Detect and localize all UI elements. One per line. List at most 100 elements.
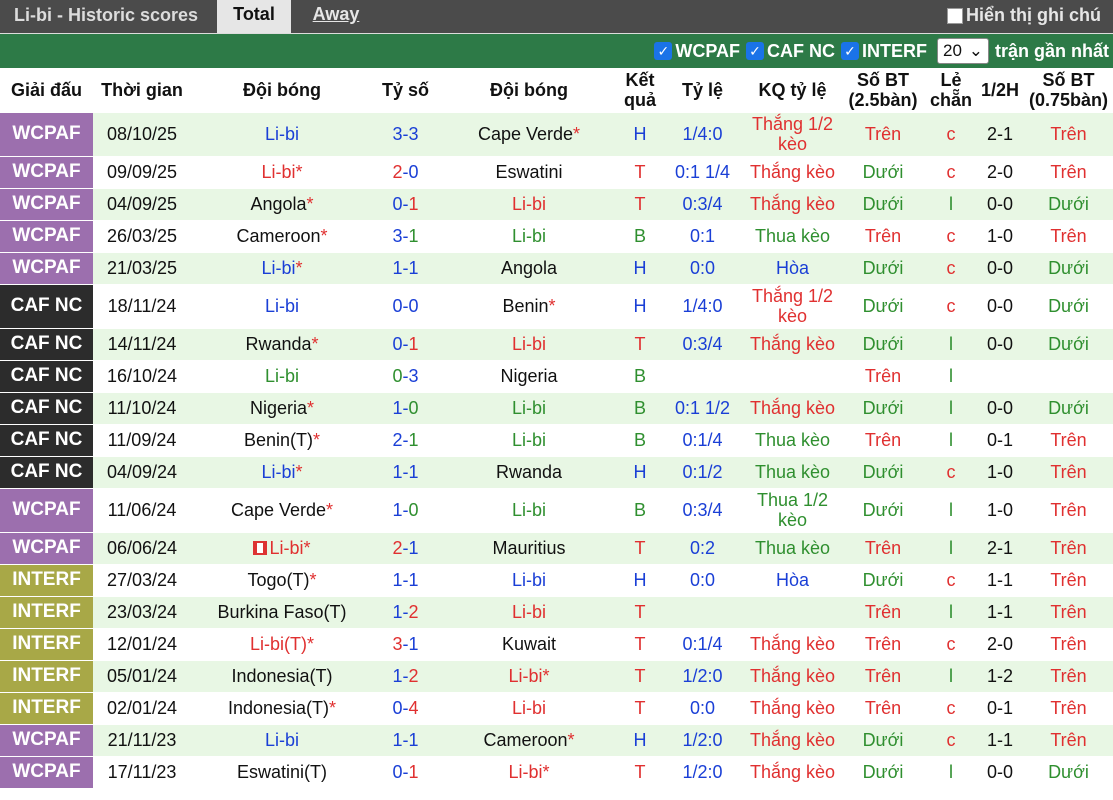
home-team[interactable]: Benin(T)* [191,423,373,456]
away-team[interactable]: Li-bi [438,595,620,628]
home-team[interactable]: Li-bi* [191,455,373,488]
league-badge[interactable]: WCPAF [0,723,93,756]
away-team[interactable]: Kuwait [438,627,620,660]
league-badge[interactable]: CAF NC [0,283,93,328]
home-team[interactable]: Li-bi* [191,531,373,564]
checkmark-icon[interactable]: ✓ [840,42,859,60]
score[interactable]: 2-1 [373,531,438,564]
away-team[interactable]: Cape Verde* [438,111,620,156]
away-team[interactable]: Li-bi [438,563,620,596]
table-row[interactable]: CAF NC 14/11/24 Rwanda* 0-1 Li-bi T 0:3/4 Thắng… [0,327,1113,360]
notes-checkbox[interactable] [947,7,963,24]
table-row[interactable]: CAF NC 18/11/24 Li-bi 0-0 Benin* H 1/4:0 Thắng … [0,283,1113,328]
home-team[interactable]: Li-bi(T)* [191,627,373,660]
league-badge[interactable]: CAF NC [0,327,93,360]
home-team[interactable]: Eswatini(T) [191,755,373,788]
home-team[interactable]: Li-bi [191,111,373,156]
score[interactable]: 1-2 [373,595,438,628]
home-team[interactable]: Li-bi [191,723,373,756]
league-badge[interactable]: INTERF [0,595,93,628]
home-team[interactable]: Cameroon* [191,219,373,252]
score[interactable]: 0-1 [373,755,438,788]
filter-cafnc[interactable]: ✓ CAF NC [745,41,835,62]
table-row[interactable]: WCPAF 21/11/23 Li-bi 1-1 Cameroon* H 1/2:0 Thắn… [0,723,1113,756]
league-badge[interactable]: WCPAF [0,251,93,284]
table-row[interactable]: INTERF 23/03/24 Burkina Faso(T) 1-2 Li-bi T Tr… [0,595,1113,628]
home-team[interactable]: Li-bi* [191,251,373,284]
tab-total[interactable]: Total [217,0,291,33]
score[interactable]: 2-0 [373,155,438,188]
match-count-select[interactable]: 20 ⌄ [936,38,989,64]
score[interactable]: 1-1 [373,563,438,596]
home-team[interactable]: Angola* [191,187,373,220]
league-badge[interactable]: WCPAF [0,219,93,252]
table-row[interactable]: INTERF 12/01/24 Li-bi(T)* 3-1 Kuwait T 0:1/4 Th… [0,627,1113,660]
table-row[interactable]: WCPAF 04/09/25 Angola* 0-1 Li-bi T 0:3/4 Thắng … [0,187,1113,220]
checkmark-icon[interactable]: ✓ [654,42,673,60]
filter-interf[interactable]: ✓ INTERF [840,41,927,62]
table-row[interactable]: WCPAF 11/06/24 Cape Verde* 1-0 Li-bi B 0:3/4 Th… [0,487,1113,532]
league-badge[interactable]: WCPAF [0,531,93,564]
league-badge[interactable]: INTERF [0,563,93,596]
away-team[interactable]: Li-bi [438,391,620,424]
league-badge[interactable]: CAF NC [0,455,93,488]
table-row[interactable]: WCPAF 17/11/23 Eswatini(T) 0-1 Li-bi* T 1/2:0 T… [0,755,1113,788]
home-team[interactable]: Togo(T)* [191,563,373,596]
score[interactable]: 0-4 [373,691,438,724]
table-row[interactable]: WCPAF 09/09/25 Li-bi* 2-0 Eswatini T 0:1 1/4 Th… [0,155,1113,188]
home-team[interactable]: Indonesia(T) [191,659,373,692]
home-team[interactable]: Li-bi [191,359,373,392]
table-row[interactable]: WCPAF 26/03/25 Cameroon* 3-1 Li-bi B 0:1 Thua k… [0,219,1113,252]
league-badge[interactable]: INTERF [0,627,93,660]
away-team[interactable]: Angola [438,251,620,284]
away-team[interactable]: Eswatini [438,155,620,188]
score[interactable]: 0-1 [373,327,438,360]
table-row[interactable]: WCPAF 21/03/25 Li-bi* 1-1 Angola H 0:0 Hòa Dưới c… [0,251,1113,284]
score[interactable]: 3-1 [373,219,438,252]
score[interactable]: 1-0 [373,391,438,424]
score[interactable]: 2-1 [373,423,438,456]
home-team[interactable]: Burkina Faso(T) [191,595,373,628]
table-row[interactable]: WCPAF 06/06/24 Li-bi* 2-1 Mauritius T 0:2 Thua … [0,531,1113,564]
league-badge[interactable]: INTERF [0,659,93,692]
table-row[interactable]: INTERF 02/01/24 Indonesia(T)* 0-4 Li-bi T 0:0 T… [0,691,1113,724]
away-team[interactable]: Li-bi* [438,659,620,692]
home-team[interactable]: Li-bi [191,283,373,328]
table-row[interactable]: INTERF 27/03/24 Togo(T)* 1-1 Li-bi H 0:0 Hòa Dướ… [0,563,1113,596]
away-team[interactable]: Li-bi [438,219,620,252]
away-team[interactable]: Li-bi [438,691,620,724]
score[interactable]: 3-1 [373,627,438,660]
league-badge[interactable]: INTERF [0,691,93,724]
score[interactable]: 1-1 [373,723,438,756]
score[interactable]: 3-3 [373,111,438,156]
table-row[interactable]: WCPAF 08/10/25 Li-bi 3-3 Cape Verde* H 1/4:0 Th… [0,111,1113,156]
score[interactable]: 1-2 [373,659,438,692]
table-row[interactable]: CAF NC 11/10/24 Nigeria* 1-0 Li-bi B 0:1 1/2 Th… [0,391,1113,424]
away-team[interactable]: Benin* [438,283,620,328]
league-badge[interactable]: CAF NC [0,359,93,392]
table-row[interactable]: CAF NC 16/10/24 Li-bi 0-3 Nigeria B Trên l [0,359,1113,392]
away-team[interactable]: Li-bi [438,487,620,532]
league-badge[interactable]: WCPAF [0,487,93,532]
away-team[interactable]: Cameroon* [438,723,620,756]
home-team[interactable]: Indonesia(T)* [191,691,373,724]
checkmark-icon[interactable]: ✓ [745,42,764,60]
score[interactable]: 1-1 [373,251,438,284]
score[interactable]: 1-1 [373,455,438,488]
away-team[interactable]: Li-bi [438,187,620,220]
score[interactable]: 0-1 [373,187,438,220]
league-badge[interactable]: CAF NC [0,391,93,424]
league-badge[interactable]: CAF NC [0,423,93,456]
league-badge[interactable]: WCPAF [0,755,93,788]
away-team[interactable]: Nigeria [438,359,620,392]
score[interactable]: 0-0 [373,283,438,328]
table-row[interactable]: INTERF 05/01/24 Indonesia(T) 1-2 Li-bi* T 1/2:… [0,659,1113,692]
league-badge[interactable]: WCPAF [0,187,93,220]
away-team[interactable]: Li-bi [438,423,620,456]
away-team[interactable]: Rwanda [438,455,620,488]
away-team[interactable]: Li-bi [438,327,620,360]
score[interactable]: 0-3 [373,359,438,392]
tab-away[interactable]: Away [306,0,366,33]
league-badge[interactable]: WCPAF [0,155,93,188]
score[interactable]: 1-0 [373,487,438,532]
